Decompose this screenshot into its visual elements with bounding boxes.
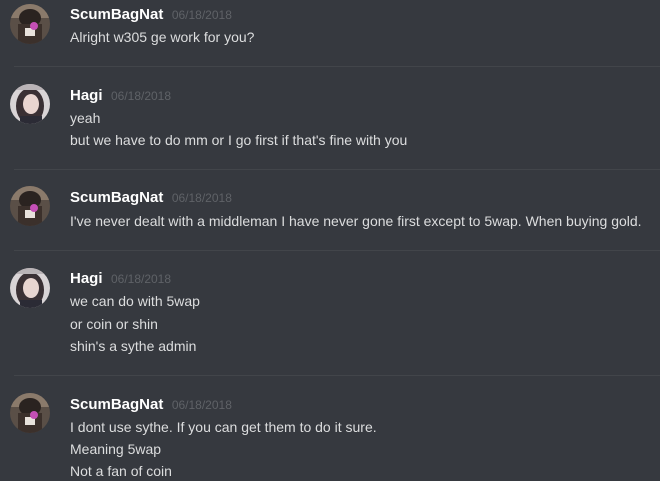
timestamp: 06/18/2018: [171, 8, 232, 22]
scumbagnat-avatar-image: [10, 393, 50, 433]
user-avatar[interactable]: [10, 268, 50, 308]
user-avatar[interactable]: [10, 4, 50, 44]
username[interactable]: Hagi: [70, 87, 103, 104]
message-divider: [14, 375, 660, 376]
message-text: shin's a sythe admin: [70, 338, 197, 354]
username[interactable]: ScumBagNat: [70, 189, 163, 206]
chat-message-list[interactable]: ScumBagNat 06/18/2018 Alright w305 ge wo…: [0, 0, 660, 481]
message-text: Not a fan of coin: [70, 463, 172, 479]
message-text: we can do with 5wap: [70, 293, 200, 309]
hagi-avatar-image: [10, 268, 50, 308]
user-avatar[interactable]: [10, 393, 50, 433]
timestamp: 06/18/2018: [171, 398, 232, 412]
message-header: Hagi 06/18/2018: [70, 87, 171, 107]
username[interactable]: Hagi: [70, 270, 103, 287]
message-text: I've never dealt with a middleman I have…: [70, 213, 642, 229]
user-avatar[interactable]: [10, 186, 50, 226]
hagi-avatar-image: [10, 84, 50, 124]
message-header: ScumBagNat 06/18/2018: [70, 396, 232, 416]
message-text: but we have to do mm or I go first if th…: [70, 132, 408, 148]
message-header: Hagi 06/18/2018: [70, 270, 171, 290]
timestamp: 06/18/2018: [171, 191, 232, 205]
username[interactable]: ScumBagNat: [70, 6, 163, 23]
timestamp: 06/18/2018: [110, 272, 172, 286]
message-text: Meaning 5wap: [70, 441, 162, 457]
message-divider: [14, 66, 660, 67]
message-text: yeah: [70, 110, 101, 126]
message-text: Alright w305 ge work for you?: [70, 29, 255, 45]
message-divider: [14, 169, 660, 170]
message-header: ScumBagNat 06/18/2018: [70, 6, 232, 26]
username[interactable]: ScumBagNat: [70, 396, 163, 413]
message-header: ScumBagNat 06/18/2018: [70, 189, 232, 209]
user-avatar[interactable]: [10, 84, 50, 124]
message-text: or coin or shin: [70, 316, 158, 332]
scumbagnat-avatar-image: [10, 186, 50, 226]
scumbagnat-avatar-image: [10, 4, 50, 44]
message-text: I dont use sythe. If you can get them to…: [70, 419, 377, 435]
message-divider: [14, 250, 660, 251]
timestamp: 06/18/2018: [110, 89, 172, 103]
